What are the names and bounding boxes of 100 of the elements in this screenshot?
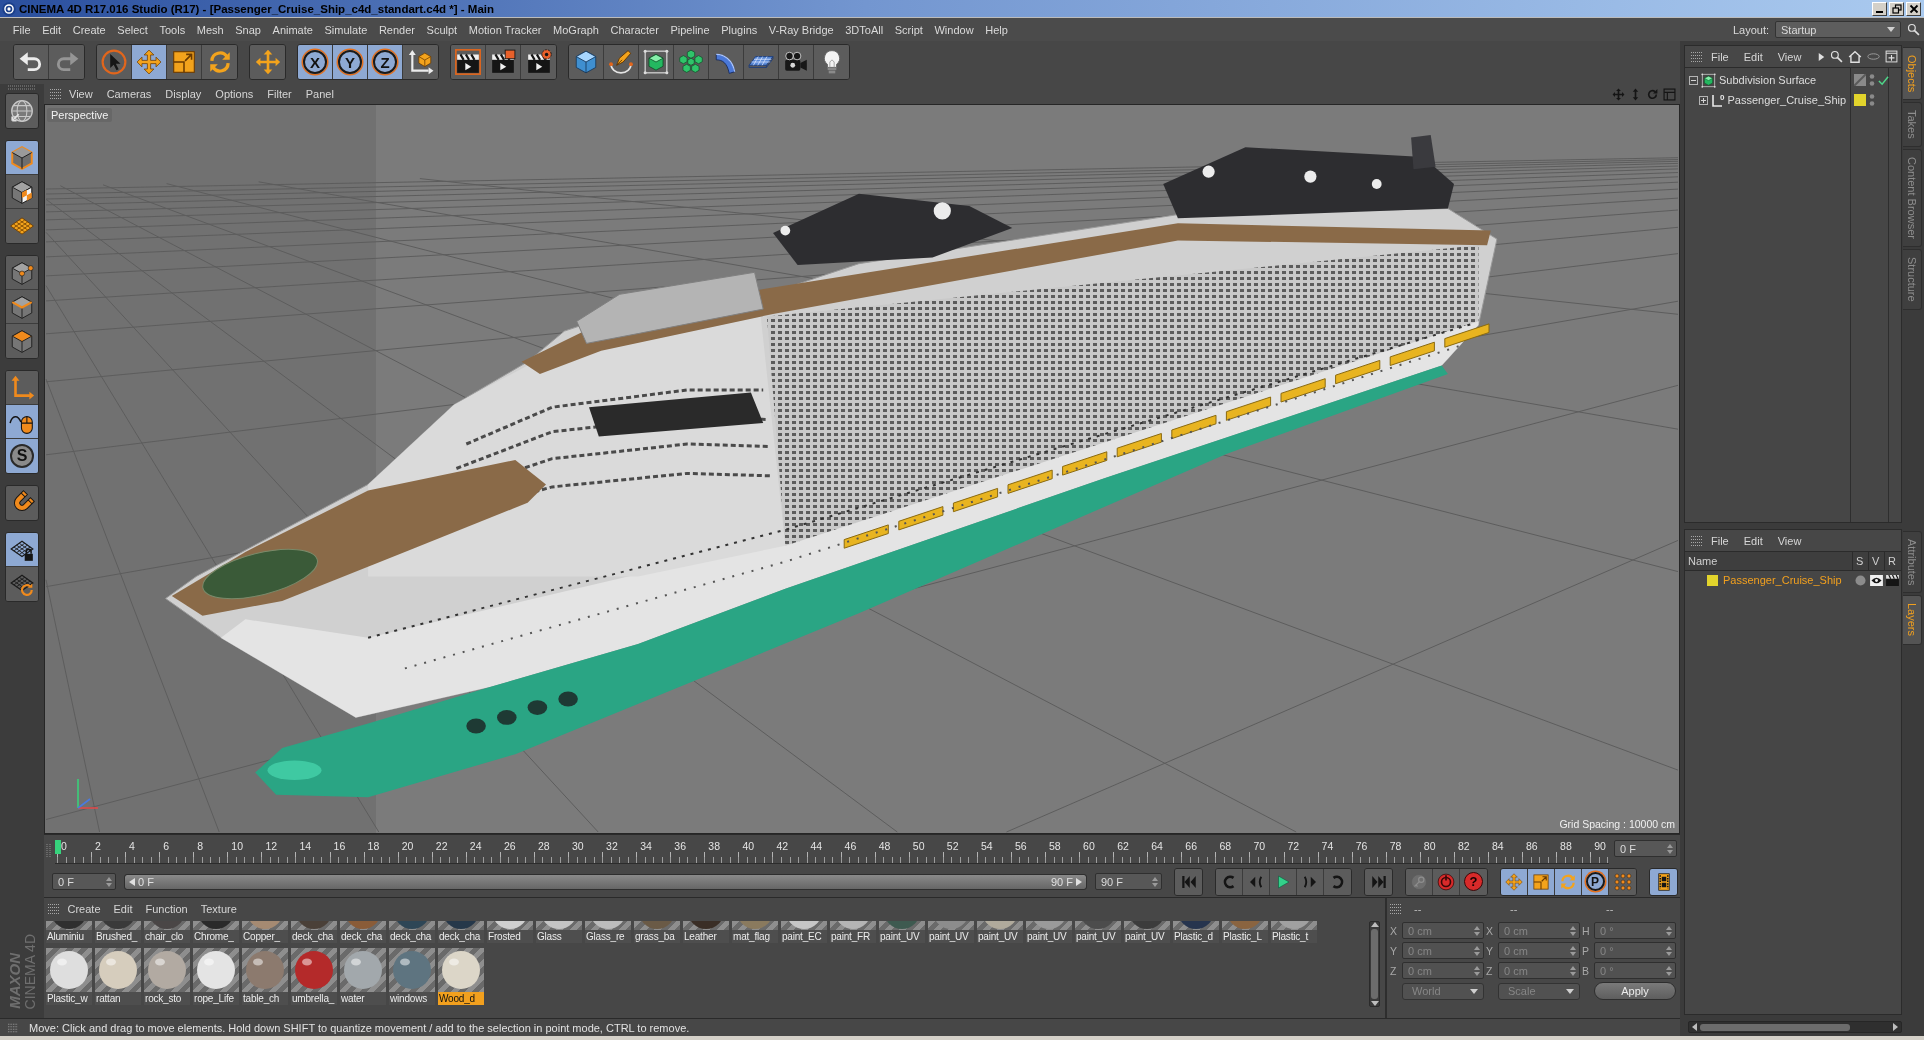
add-tool-button[interactable] [250, 45, 285, 79]
column-header[interactable]: V [1868, 552, 1884, 571]
material-tile[interactable]: Aluminiu [46, 921, 92, 943]
render-view-button[interactable] [451, 45, 486, 79]
menu-item[interactable]: Plugins [715, 23, 764, 36]
material-tile[interactable]: chair_clo [144, 921, 190, 943]
material-tile[interactable]: paint_UV [928, 921, 974, 943]
material-tile[interactable]: umbrella_ [291, 948, 337, 1005]
playhead-marker[interactable] [55, 840, 61, 854]
column-header[interactable]: R [1884, 552, 1901, 571]
menu-item[interactable]: Select [111, 23, 154, 36]
panel-grip-icon[interactable] [8, 85, 36, 90]
menu-item[interactable]: Script [888, 23, 929, 36]
scrollbar-thumb[interactable] [1371, 929, 1378, 999]
menu-item[interactable]: Mesh [190, 23, 230, 36]
two-dots-icon[interactable] [1869, 93, 1875, 107]
menu-item[interactable]: Options [208, 88, 261, 100]
material-tile[interactable]: paint_UV [1075, 921, 1121, 943]
panel-tab[interactable]: Objects [1903, 47, 1922, 101]
material-tile[interactable]: deck_cha [291, 921, 337, 943]
panel-grip-icon[interactable] [48, 902, 60, 915]
tweak-mode-button[interactable] [6, 405, 38, 439]
material-tile[interactable]: table_ch [242, 948, 288, 1005]
axis-lock-button[interactable]: Y [333, 45, 368, 79]
material-tile[interactable]: windows [389, 948, 435, 1005]
close-button[interactable] [1906, 1, 1921, 16]
panel-grip-icon[interactable] [50, 88, 62, 100]
locked-workplane-button[interactable] [6, 533, 38, 567]
material-tile[interactable]: Plastic_t [1271, 921, 1317, 943]
menu-item[interactable]: Animate [266, 23, 319, 36]
menu-item[interactable]: Texture [195, 902, 243, 915]
restore-button[interactable] [1889, 1, 1904, 16]
scroll-left-icon[interactable] [1692, 1023, 1697, 1031]
menu-item[interactable]: Create [62, 902, 107, 915]
parameter-key-button[interactable]: P [1582, 868, 1609, 895]
menu-item[interactable]: Panel [298, 88, 341, 100]
scroll-down-icon[interactable] [1370, 1001, 1379, 1006]
menu-item[interactable]: Display [158, 88, 209, 100]
spinner-arrows-icon[interactable] [1152, 876, 1158, 887]
material-tile[interactable]: deck_cha [340, 921, 386, 943]
material-tile[interactable]: water [340, 948, 386, 1005]
menu-item[interactable]: Create [66, 23, 112, 36]
range-end-handle[interactable]: 90 F [1051, 875, 1082, 888]
range-start-handle[interactable]: 0 F [129, 875, 154, 888]
triangle-right-icon[interactable] [1818, 51, 1825, 62]
points-mode-button[interactable] [6, 256, 38, 290]
material-tile[interactable]: Copper_ [242, 921, 288, 943]
minimize-button[interactable] [1872, 1, 1887, 16]
menu-item[interactable]: 3DToAll [839, 23, 889, 36]
panel-grip-icon[interactable] [1691, 534, 1703, 547]
material-tile[interactable]: Glass_re [585, 921, 631, 943]
previous-key-button[interactable] [1216, 868, 1243, 895]
material-tile[interactable]: Brushed_ [95, 921, 141, 943]
panel-grip-icon[interactable] [8, 1022, 18, 1033]
menu-item[interactable]: Filter [260, 88, 299, 100]
scroll-up-icon[interactable] [1370, 922, 1379, 927]
go-to-end-button[interactable] [1365, 868, 1392, 895]
menu-item[interactable]: Cameras [99, 88, 159, 100]
expand-icon[interactable] [1699, 95, 1708, 105]
menu-item[interactable]: Edit [36, 23, 67, 36]
collapse-icon[interactable] [1689, 75, 1698, 85]
material-tile[interactable]: paint_EC [781, 921, 827, 943]
menu-item[interactable]: Simulate [318, 23, 374, 36]
dot-icon[interactable] [1854, 574, 1866, 586]
menu-item[interactable]: Function [140, 902, 194, 915]
material-tile[interactable]: Plastic_d [1173, 921, 1219, 943]
menu-item[interactable]: File [7, 23, 37, 36]
go-to-start-button[interactable] [1175, 868, 1202, 895]
move-tool-button[interactable] [132, 45, 167, 79]
material-tile[interactable]: Frosted [487, 921, 533, 943]
end-frame-field[interactable]: 90 F [1095, 873, 1162, 890]
plus-box-icon[interactable] [1885, 50, 1898, 63]
material-tile[interactable]: rock_sto [144, 948, 190, 1005]
menu-item[interactable]: Pipeline [664, 23, 716, 36]
axis-lock-button[interactable]: Z [368, 45, 403, 79]
ellipse-icon[interactable] [1867, 50, 1880, 63]
menu-item[interactable]: File [1704, 534, 1736, 547]
snap-button[interactable]: S [6, 439, 38, 473]
scale-key-button[interactable] [1528, 868, 1555, 895]
material-tile[interactable]: paint_UV [977, 921, 1023, 943]
axis-mode-button[interactable] [6, 371, 38, 405]
object-name[interactable]: Passenger_Cruise_Ship [1727, 94, 1847, 106]
menu-item[interactable]: Window [928, 23, 980, 36]
material-tile[interactable]: paint_FR [830, 921, 876, 943]
menu-item[interactable]: V-Ray Bridge [763, 23, 840, 36]
vertical-scrollbar[interactable] [1369, 921, 1380, 1007]
model-mode-button[interactable] [6, 141, 38, 175]
material-tile[interactable]: deck_cha [389, 921, 435, 943]
menu-item[interactable]: Edit [1736, 534, 1770, 547]
menu-item[interactable]: Sculpt [420, 23, 463, 36]
spinner-arrows-icon[interactable] [106, 876, 112, 887]
frame-range-slider[interactable]: 0 F 90 F [124, 873, 1087, 890]
menu-item[interactable]: Render [373, 23, 421, 36]
material-tile[interactable]: Glass [536, 921, 582, 943]
material-tile[interactable]: Plastic_w [46, 948, 92, 1005]
menu-item[interactable]: View [1770, 50, 1809, 63]
column-header[interactable]: Name [1685, 552, 1852, 571]
scroll-right-icon[interactable] [1893, 1023, 1898, 1031]
material-tile[interactable]: Plastic_L [1222, 921, 1268, 943]
axis-lock-button[interactable]: X [298, 45, 333, 79]
